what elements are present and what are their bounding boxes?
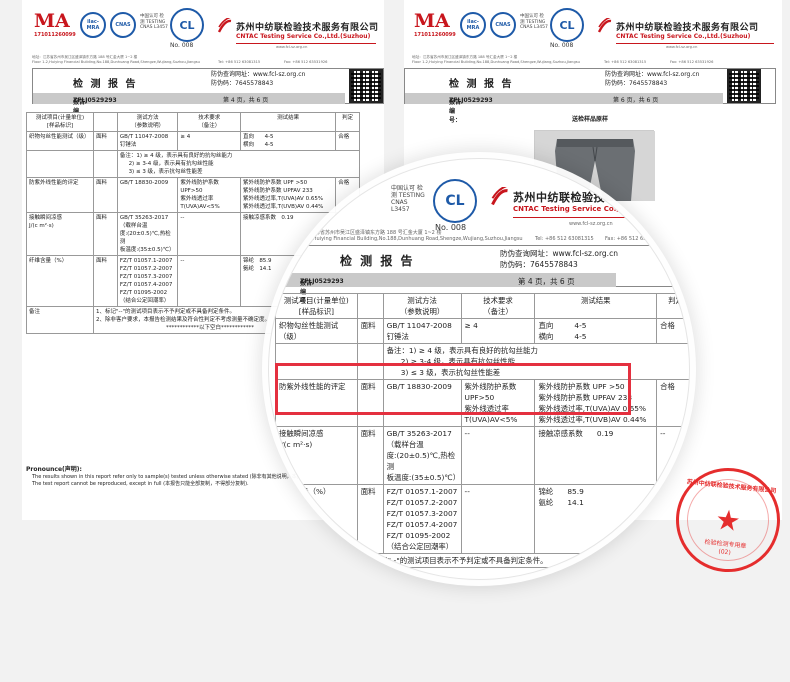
- header-judgement: 判定: [656, 293, 689, 319]
- table-row: 织物勾丝性能测试（级） 面料 GB/T 11047-2008 钉锤法 ≥ 4 直…: [275, 318, 689, 344]
- company-name-cn: 苏州中纺联检验技术服务有限公司: [236, 23, 379, 33]
- tel: Tel: +86 512 63081315: [604, 60, 647, 64]
- tel: Tel: +86 512 63081315: [218, 60, 261, 64]
- report-header-box: 检 测 报 告 防伪查询网址：www.fcl-sz.org.cn 防伪码：764…: [32, 68, 384, 124]
- website: www.fcl-sz.org.cn: [276, 45, 308, 49]
- company-name-en: CNTAC Testing Service Co.,Ltd.(Suzhou): [236, 33, 371, 40]
- address-en: Floor 1-2,Huiying Financial Building,No.…: [32, 60, 200, 64]
- cntac-swoosh-icon: [597, 16, 612, 34]
- fcl-logo: CL: [170, 8, 204, 42]
- qr-code: [727, 69, 761, 103]
- letterhead: MA 171011260099 ilac-MRA CNAS 中国认可 检测 TE…: [22, 0, 384, 52]
- anti-fake-web: 防伪查询网址：www.fcl-sz.org.cn: [211, 71, 306, 78]
- report-number-bar: 报告编号：ZFLJ0529293 第 4 页，共 6 页: [286, 273, 616, 305]
- fcl-number: No. 008: [170, 42, 194, 49]
- table-row: 备注：1) ≥ 4 级，表示具有良好的抗勾丝能力 2) ≥ 3-4 级，表示具有…: [25, 150, 361, 178]
- table-header-row: 测试项目(计量单位) [样品标识] 测试方法 （参数说明） 技术要求 （备注） 测试结…: [275, 293, 689, 319]
- cnas-text: 中国认可 检测 TESTING CNAS L3457: [520, 14, 548, 30]
- header-requirement: 技术要求 （备注）: [177, 112, 242, 132]
- cnas-text: 中国认可 检测 TESTING CNAS L3457: [391, 185, 425, 213]
- fax: Fax: +86 512 63531926: [670, 60, 714, 64]
- header-result: 测试结果: [240, 112, 337, 132]
- report-number-bar: 报告编号： ZFLJ0529293 第 6 页，共 6 页: [405, 93, 723, 124]
- anti-fake-code: 防伪码：7645578843: [605, 80, 668, 87]
- company-name-en: CNTAC Testing Service Co.,Ltd.(Suzhou): [616, 33, 751, 40]
- address-cn: 地址：江苏省苏州市吴江区盛泽镇东方路 188 号汇金大厦 1~2 楼: [295, 230, 442, 236]
- uv-highlight-box: [275, 363, 631, 415]
- fcl-logo: CL: [433, 179, 477, 223]
- ilac-mra-logo: ilac-MRA: [80, 12, 106, 38]
- fax: Fax: +86 512 63531926: [284, 60, 328, 64]
- anti-fake-web: 防伪查询网址：www.fcl-sz.org.cn: [500, 249, 618, 258]
- header-rule: [513, 217, 689, 218]
- table-row: 接触瞬间凉感 J/(c m²·s) 面料 GB/T 35263-2017 （载样台温…: [275, 426, 689, 485]
- fcl-logo: CL: [550, 8, 584, 42]
- anti-fake-web: 防伪查询网址：www.fcl-sz.org.cn: [605, 71, 700, 78]
- page-count: 第 4 页，共 6 页: [518, 277, 575, 286]
- header-requirement: 技术要求 （备注）: [460, 293, 536, 319]
- header-rule: [616, 43, 774, 44]
- website: www.fcl-sz.org.cn: [666, 45, 698, 49]
- report-header-box: 检 测 报 告 防伪查询网址：www.fcl-sz.org.cn 防伪码：764…: [285, 245, 689, 305]
- magnifier-lens: CL No. 008 中国认可 检测 TESTING CNAS L3457 苏州…: [268, 158, 690, 580]
- table-row: 备注 1、标记"--"的测试项目表示不予判定或不具备判定条件。: [275, 553, 689, 568]
- company-name-en: CNTAC Testing Service Co.,Ltd.(Suzhou): [513, 205, 670, 213]
- header-rule: [236, 43, 376, 44]
- table-row: 纤维含量（%） 面料 FZ/T 01057.1-2007 FZ/T 01057.2…: [275, 484, 689, 554]
- results-table-zoomed: 测试项目(计量单位) [样品标识] 测试方法 （参数说明） 技术要求 （备注） 测试结…: [275, 293, 689, 568]
- table-header-row: 测试项目(计量单位) [样品标识] 测试方法 （参数说明） 技术要求 （备注） 测试结…: [25, 112, 360, 132]
- header-method: 测试方法 （参数说明）: [116, 112, 179, 132]
- ma-logo: MA 171011260099: [34, 10, 76, 38]
- cntac-swoosh-icon: [491, 184, 509, 207]
- page-count: 第 6 页，共 6 页: [613, 97, 659, 104]
- company-name-cn: 苏州中纺联检验技术服务有限公司: [616, 23, 759, 33]
- tel: Tel: +86 512 63081315: [535, 236, 594, 242]
- report-title: 检 测 报 告: [449, 79, 514, 90]
- report-number-bar: 报告编号：ZFLJ0529293 第 4 页，共 6 页: [33, 93, 345, 124]
- ilac-mra-logo: ilac-MRA: [460, 12, 486, 38]
- cnas-text: 中国认可 检测 TESTING CNAS L3457: [140, 14, 168, 30]
- sample-title: 送检样品原样: [572, 116, 609, 123]
- fcl-number: No. 008: [550, 42, 574, 49]
- page-count: 第 4 页，共 6 页: [223, 97, 269, 104]
- table-row: 织物勾丝性能测试（级） 面料 GB/T 11047-2008 钉锤法 ≥ 4 直…: [25, 131, 360, 151]
- address-en: Floor 1-2,Huiying Financial Building,No.…: [412, 60, 580, 64]
- anti-fake-code: 防伪码：7645578843: [500, 260, 578, 269]
- header-result: 测试结果: [534, 293, 658, 319]
- cnas-logo: CNAS: [110, 12, 136, 38]
- cntac-swoosh-icon: [217, 16, 232, 34]
- address-en: Floor 1-2,Huiying Financial Building,No.…: [289, 236, 523, 242]
- header-item: 测试项目(计量单位) [样品标识]: [25, 112, 95, 132]
- report-title: 检 测 报 告: [73, 79, 138, 90]
- report-title: 检 测 报 告: [340, 254, 415, 268]
- header-item: 测试项目(计量单位) [样品标识]: [275, 293, 358, 319]
- header-method: 测试方法 （参数说明）: [382, 293, 462, 319]
- website: www.fcl-sz.org.cn: [569, 221, 613, 227]
- table-row: 防紫外线性能的评定 面料 GB/T 18830-2009 紫外线防护系数 UPF>…: [25, 177, 360, 213]
- ma-logo: MA 171011260099: [414, 10, 456, 38]
- anti-fake-code: 防伪码：7645578843: [211, 80, 274, 87]
- report-header-box: 检 测 报 告 防伪查询网址：www.fcl-sz.org.cn 防伪码：764…: [404, 68, 776, 124]
- qr-code: [349, 69, 383, 103]
- company-name-cn: 苏州中纺联检验技术服务有限公司: [513, 191, 686, 204]
- header-judgement: 判定: [335, 112, 360, 132]
- fax: Fax: +86 512 63531926: [605, 236, 666, 242]
- cnas-logo: CNAS: [490, 12, 516, 38]
